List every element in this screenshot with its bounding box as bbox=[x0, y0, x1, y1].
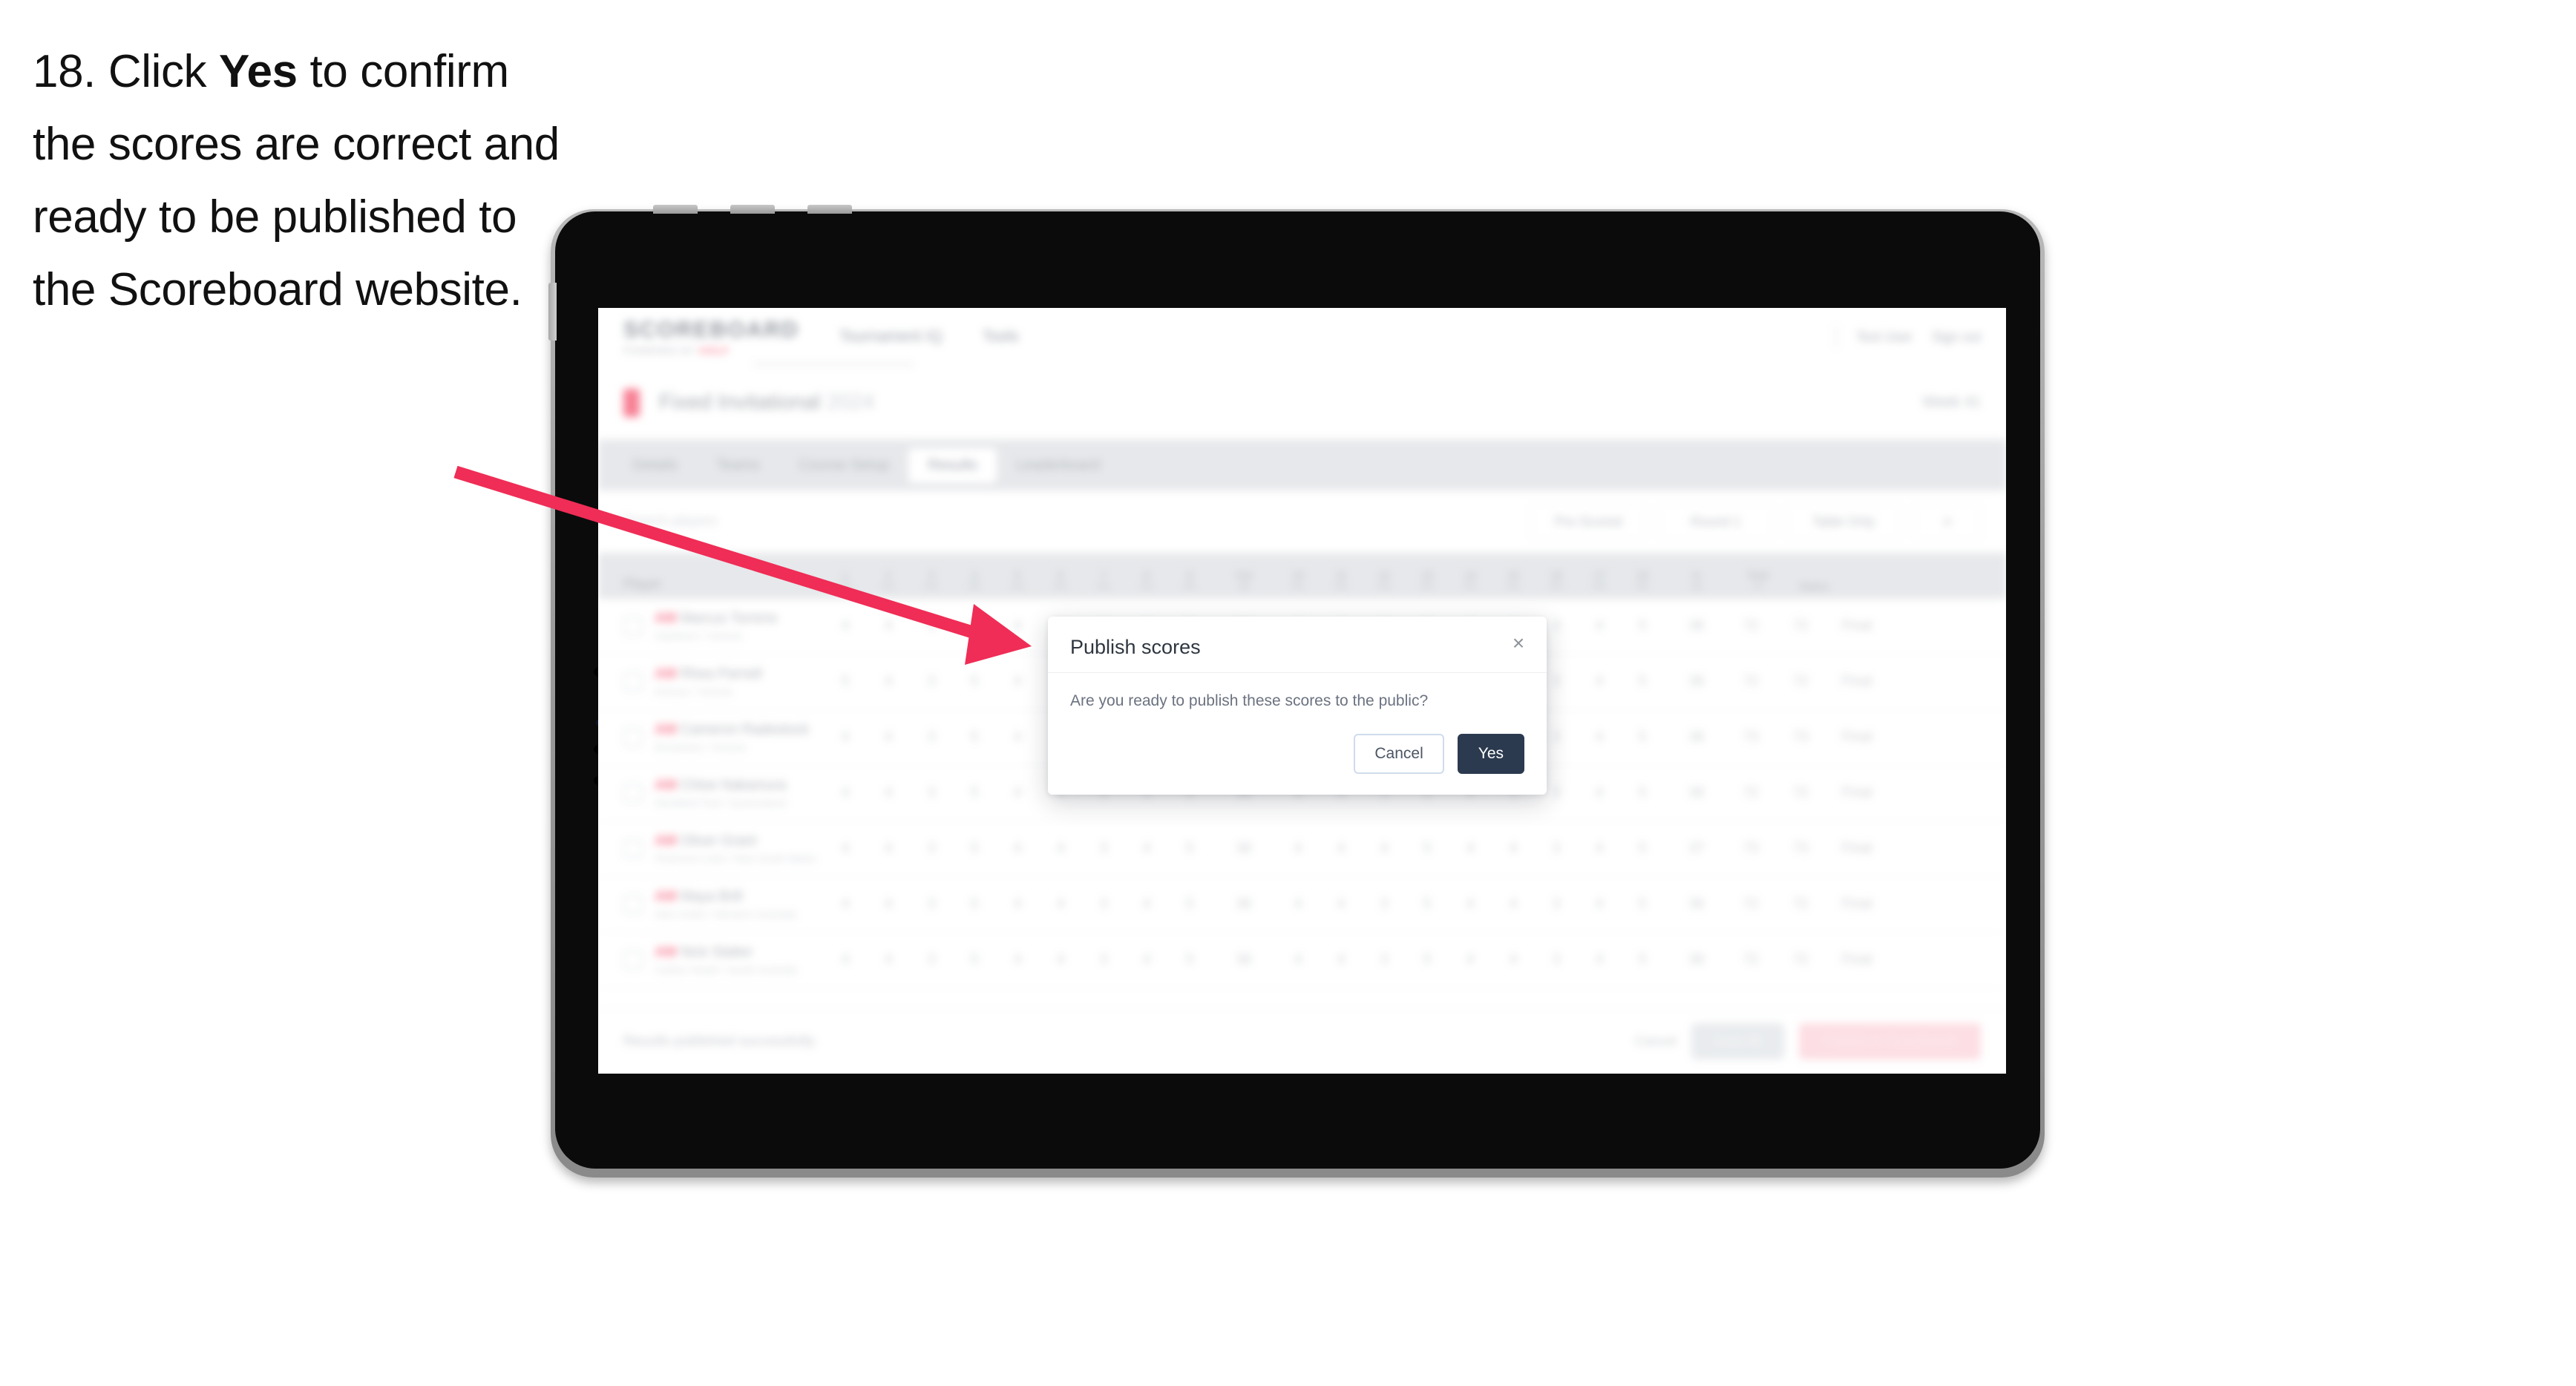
tablet-top-buttons[interactable] bbox=[653, 205, 1009, 214]
power-button[interactable] bbox=[807, 205, 852, 214]
dialog-header: Publish scores × bbox=[1048, 617, 1547, 673]
dialog-title: Publish scores bbox=[1070, 636, 1201, 658]
tablet-side-button[interactable] bbox=[548, 283, 557, 341]
tablet-bezel: SCOREBOARD POWERED BY GOLF Tournament IQ… bbox=[548, 205, 2040, 1169]
close-icon[interactable]: × bbox=[1507, 631, 1530, 655]
dialog-actions: Cancel Yes bbox=[1048, 716, 1547, 795]
caption-step-number: 18. bbox=[33, 46, 96, 97]
volume-up-button[interactable] bbox=[653, 205, 698, 214]
publish-scores-dialog: Publish scores × Are you ready to publis… bbox=[1048, 617, 1547, 795]
caption-emphasis: Yes bbox=[218, 46, 298, 97]
caption-prefix: Click bbox=[96, 46, 219, 97]
tablet-screen: SCOREBOARD POWERED BY GOLF Tournament IQ… bbox=[598, 308, 2006, 1074]
instruction-caption: 18. Click Yes to confirm the scores are … bbox=[33, 36, 567, 326]
yes-button[interactable]: Yes bbox=[1457, 734, 1524, 774]
dialog-message: Are you ready to publish these scores to… bbox=[1070, 692, 1429, 709]
tablet-device: SCOREBOARD POWERED BY GOLF Tournament IQ… bbox=[548, 205, 2045, 1178]
volume-down-button[interactable] bbox=[730, 205, 775, 214]
dialog-body: Are you ready to publish these scores to… bbox=[1048, 673, 1547, 716]
cancel-button[interactable]: Cancel bbox=[1354, 734, 1444, 774]
